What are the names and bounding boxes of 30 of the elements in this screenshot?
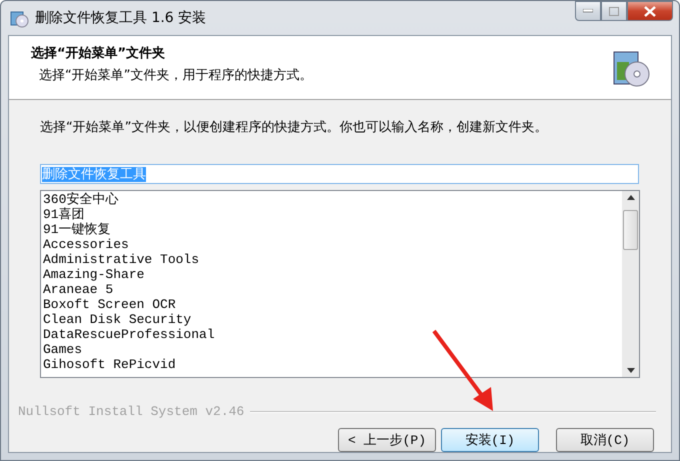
scroll-up-icon[interactable]: [626, 195, 634, 200]
folder-item[interactable]: Clean Disk Security: [43, 312, 622, 327]
scrollbar[interactable]: [622, 191, 639, 377]
minimize-icon: [583, 9, 593, 13]
close-icon: [644, 6, 656, 16]
dialog-button[interactable]: 安装(I): [441, 428, 539, 452]
close-button[interactable]: [627, 1, 673, 21]
folder-item[interactable]: Administrative Tools: [43, 252, 622, 267]
scrollbar-thumb[interactable]: [623, 210, 638, 250]
maximize-button[interactable]: [601, 1, 627, 21]
folder-item[interactable]: Boxoft Screen OCR: [43, 297, 622, 312]
dialog-button[interactable]: < 上一步(P): [338, 428, 436, 452]
page-title: 选择“开始菜单”文件夹: [31, 44, 166, 62]
folder-item[interactable]: Accessories: [43, 237, 622, 252]
folder-item[interactable]: 91一键恢复: [43, 222, 622, 237]
folder-item[interactable]: 360安全中心: [43, 192, 622, 207]
folder-item[interactable]: 91喜团: [43, 207, 622, 222]
scroll-down-icon[interactable]: [626, 368, 634, 373]
branding-text: Nullsoft Install System v2.46: [18, 404, 244, 419]
maximize-icon: [609, 6, 619, 16]
folder-item[interactable]: DataRescueProfessional: [43, 327, 622, 342]
folder-item[interactable]: Games: [43, 342, 622, 357]
window-title: 删除文件恢复工具 1.6 安装: [35, 9, 208, 27]
dialog-button[interactable]: 取消(C): [556, 428, 654, 452]
minimize-button[interactable]: [575, 1, 601, 21]
page-subtitle: 选择“开始菜单”文件夹，用于程序的快捷方式。: [38, 67, 312, 84]
instruction-text: 选择“开始菜单”文件夹，以便创建程序的快捷方式。你也可以输入名称，创建新文件夹。: [40, 119, 548, 136]
folder-item[interactable]: Araneae 5: [43, 282, 622, 297]
folder-item[interactable]: Gihosoft RePicvid: [43, 357, 622, 372]
folder-item[interactable]: Amazing-Share: [43, 267, 622, 282]
